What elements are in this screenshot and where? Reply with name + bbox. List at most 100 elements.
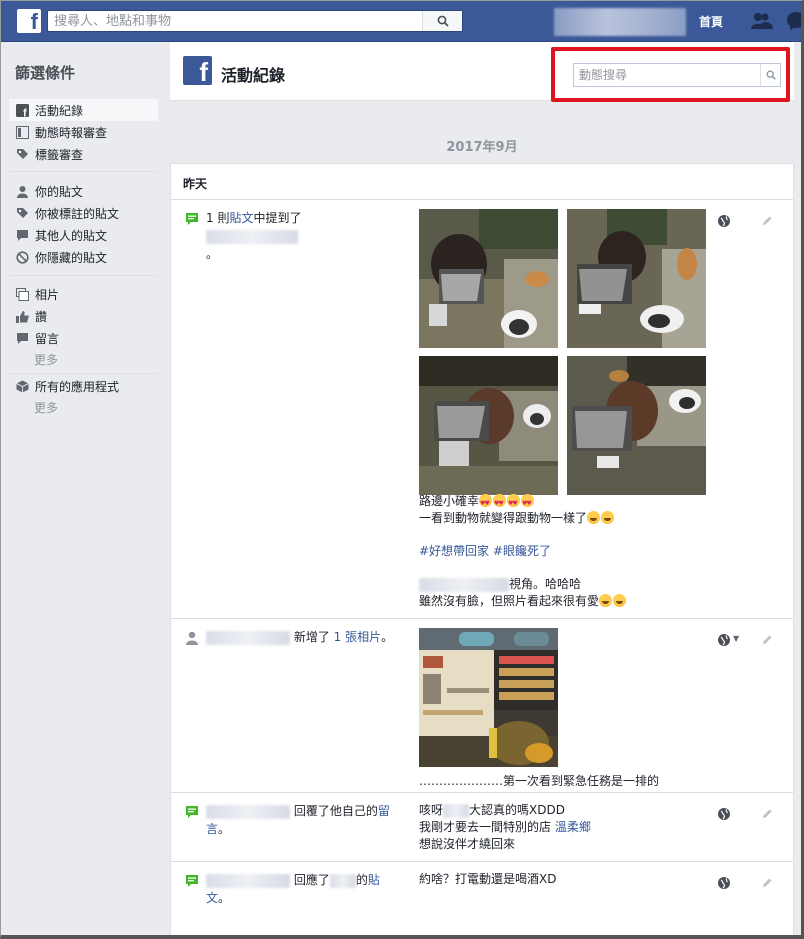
- redacted-name[interactable]: [206, 229, 298, 244]
- facebook-logo-icon: f: [183, 56, 212, 87]
- caption-text: 一看到動物就變得跟動物一樣了: [419, 511, 588, 525]
- sidebar-item-label: 你隱藏的貼文: [35, 250, 108, 265]
- cat-photo-1[interactable]: [419, 209, 558, 348]
- cat-photo-2[interactable]: [567, 209, 706, 348]
- sidebar-more-link[interactable]: 更多: [34, 351, 58, 368]
- redacted-name[interactable]: [419, 577, 509, 592]
- post-link[interactable]: 貼文: [229, 211, 253, 225]
- home-link[interactable]: 首頁: [699, 13, 723, 30]
- photo-caption: …………………第一次看到緊急任務是一排的: [419, 774, 660, 788]
- chevron-down-icon[interactable]: ▼: [733, 634, 739, 643]
- globe-icon[interactable]: [717, 807, 731, 821]
- sidebar-item-others-posts[interactable]: 其他人的貼文: [9, 224, 158, 246]
- redacted-name[interactable]: [206, 630, 290, 645]
- browser-frame: f 首頁 篩選條件 f 活動紀錄 動態時報審查 標籤審查: [0, 0, 804, 939]
- sidebar-divider: [9, 275, 158, 276]
- sidebar-item-tag-review[interactable]: 標籤審查: [9, 143, 158, 165]
- sidebar-item-activity-log[interactable]: f 活動紀錄: [9, 99, 158, 121]
- activity-timeline: 昨天 1 則貼文中提到了 。 路邊小確幸♥♥♥♥♥♥♥♥ 一看到動物就變得跟動物…: [170, 163, 794, 935]
- facebook-logo-icon[interactable]: f: [17, 9, 41, 34]
- search-icon: [437, 15, 449, 27]
- pencil-icon[interactable]: [761, 634, 773, 646]
- entry-summary: 回覆了他自己的留 言。: [206, 802, 396, 838]
- comment-text: 咳呀: [419, 803, 444, 817]
- redacted-name[interactable]: [206, 873, 290, 888]
- sidebar-item-timeline-review[interactable]: 動態時報審查: [9, 121, 158, 143]
- summary-text: 中提到了: [253, 211, 302, 225]
- global-search-button[interactable]: [422, 11, 462, 31]
- sidebar-item-label: 活動紀錄: [35, 103, 84, 118]
- summary-text: 。: [206, 247, 219, 261]
- pencil-icon[interactable]: [761, 877, 773, 889]
- cat-photo-4[interactable]: [567, 356, 706, 495]
- globe-icon[interactable]: [717, 876, 731, 890]
- activity-entry: 新增了 1 張相片。 …………………第一次看到緊急任務是一排的 ▼: [171, 619, 793, 793]
- post-link[interactable]: 貼: [368, 873, 380, 887]
- sidebar-item-photos[interactable]: 相片: [9, 283, 158, 305]
- profile-name-redacted[interactable]: [554, 8, 686, 36]
- globe-icon[interactable]: [717, 214, 731, 228]
- hidden-icon: [15, 250, 29, 264]
- sidebar-item-label: 其他人的貼文: [35, 228, 108, 243]
- pencil-icon[interactable]: [761, 215, 773, 227]
- summary-text: 的: [355, 873, 368, 887]
- photo-link[interactable]: 1 張相片: [334, 630, 381, 644]
- summary-text: 新增了: [293, 630, 330, 644]
- sidebar-item-label: 所有的應用程式: [35, 379, 120, 394]
- laughing-emoji-icon: [601, 511, 615, 524]
- activity-log-header: f 活動紀錄: [170, 42, 794, 101]
- tag-icon: [15, 206, 29, 220]
- comment-link[interactable]: 留: [378, 804, 390, 818]
- game-screenshot-photo[interactable]: [419, 628, 558, 767]
- apps-icon: [15, 379, 29, 393]
- entry-content: …………………第一次看到緊急任務是一排的: [419, 628, 719, 788]
- search-icon: [766, 70, 776, 80]
- redacted-name[interactable]: [206, 804, 290, 819]
- fb-icon: f: [15, 103, 29, 117]
- sidebar-item-tagged-posts[interactable]: 你被標註的貼文: [9, 202, 158, 224]
- pencil-icon[interactable]: [761, 808, 773, 820]
- smiling-emoji-icon: [599, 594, 613, 607]
- comment-icon: [15, 228, 29, 242]
- messages-icon[interactable]: [787, 11, 804, 31]
- heart-eyes-emoji-icon: [479, 494, 493, 512]
- sidebar-item-label: 相片: [35, 287, 60, 302]
- friend-requests-icon[interactable]: [751, 12, 773, 30]
- post-link[interactable]: 文: [206, 891, 218, 905]
- entry-summary: 回應了 的貼 文。: [206, 871, 396, 907]
- heart-eyes-emoji-icon: [493, 494, 507, 512]
- comment-icon: [186, 806, 198, 818]
- sidebar-item-likes[interactable]: 讚: [9, 305, 158, 327]
- redacted-name[interactable]: [329, 873, 356, 888]
- sidebar-title: 篩選條件: [15, 64, 76, 82]
- photos-icon: [15, 287, 29, 301]
- heart-eyes-emoji-icon: [507, 494, 521, 512]
- activity-search-button[interactable]: [760, 64, 780, 86]
- hashtag-link[interactable]: #好想帶回家: [419, 544, 489, 558]
- sidebar-item-comments[interactable]: 留言: [9, 327, 158, 349]
- globe-icon[interactable]: [717, 633, 731, 647]
- comment-icon: [186, 213, 198, 225]
- redacted-name[interactable]: [443, 803, 470, 818]
- smiling-emoji-icon: [613, 594, 627, 607]
- comment-text: 大認真的嗎XDDD: [469, 803, 565, 817]
- entry-content: 約啥？打電動還是喝酒XD: [419, 871, 719, 888]
- comment-link[interactable]: 言: [206, 822, 218, 836]
- caption-text: 雖然沒有臉，但照片看起來很有愛: [419, 594, 600, 608]
- cat-photo-3[interactable]: [419, 356, 558, 495]
- sidebar-item-hidden-posts[interactable]: 你隱藏的貼文: [9, 246, 158, 268]
- summary-text: 回應了: [293, 873, 330, 887]
- top-navbar: f 首頁: [1, 1, 801, 42]
- sidebar-item-all-apps[interactable]: 所有的應用程式: [9, 375, 158, 397]
- sidebar-item-your-posts[interactable]: 你的貼文: [9, 180, 158, 202]
- global-search-input[interactable]: [48, 11, 418, 31]
- hashtag-link[interactable]: #眼饞死了: [493, 544, 551, 558]
- place-link[interactable]: 溫柔鄉: [555, 820, 591, 834]
- laughing-emoji-icon: [587, 511, 601, 524]
- filter-sidebar: 篩選條件 f 活動紀錄 動態時報審查 標籤審查 你的貼文 你被標註的貼文 其他人…: [1, 42, 169, 935]
- activity-search-input[interactable]: [574, 64, 758, 86]
- summary-text: 回覆了他自己的: [293, 804, 378, 818]
- sidebar-more-link[interactable]: 更多: [34, 399, 58, 416]
- comment-icon: [186, 875, 198, 887]
- comment-text: 想說沒伴才繞回來: [419, 837, 516, 851]
